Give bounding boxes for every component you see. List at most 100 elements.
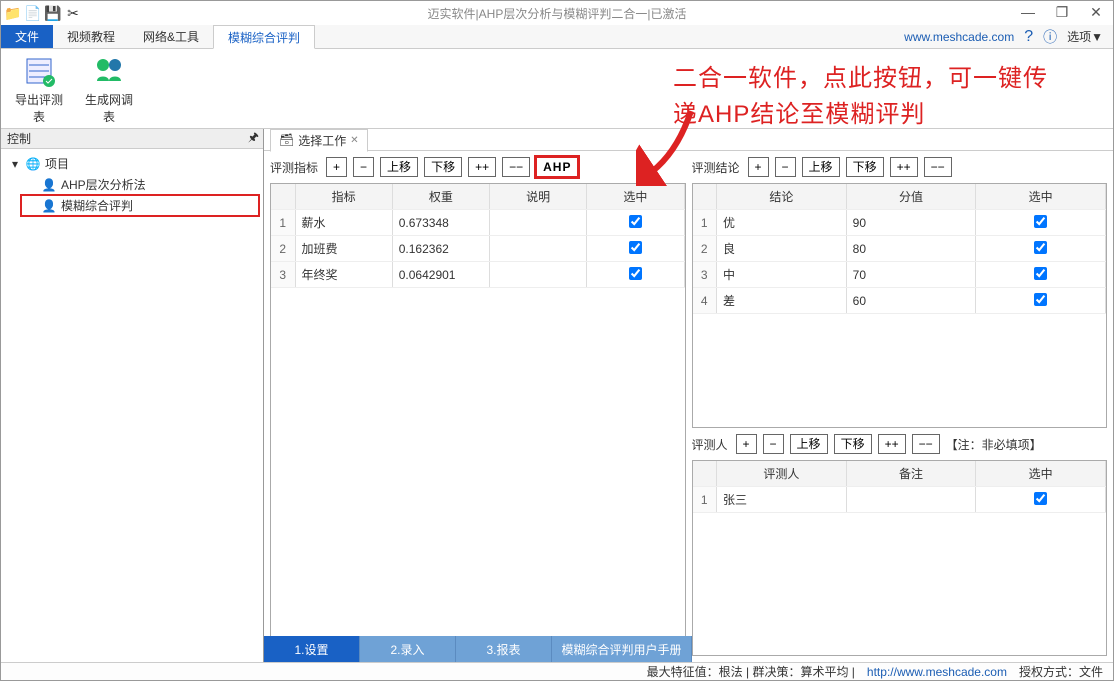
person-up-button[interactable]: 上移 <box>790 434 828 454</box>
options-button[interactable]: 选项▼ <box>1067 28 1103 45</box>
indicator-up-button[interactable]: 上移 <box>380 157 418 177</box>
conclusion-grid: 结论 分值 选中 1优902良803中704差60 <box>692 183 1108 428</box>
gen-list-label: 生成网调表 <box>83 91 135 125</box>
cell[interactable]: 60 <box>846 288 976 314</box>
quick-open-icon[interactable]: 📁 <box>5 5 21 21</box>
tree-root-label: 项目 <box>45 155 69 172</box>
indicator-remove-button[interactable]: − <box>353 157 374 177</box>
conclusion-removemulti-button[interactable]: −− <box>924 157 952 177</box>
col-selected[interactable]: 选中 <box>976 461 1106 487</box>
cell[interactable]: 70 <box>846 262 976 288</box>
tree-item-fuzzy[interactable]: 👤 模糊综合评判 <box>21 195 259 216</box>
indicator-add-button[interactable]: + <box>326 157 347 177</box>
tree-toggle-icon[interactable]: ▾ <box>9 157 21 171</box>
cell[interactable] <box>846 487 976 513</box>
pin-icon[interactable]: 🖈 <box>248 128 259 149</box>
tree-fuzzy-label: 模糊综合评判 <box>61 197 133 214</box>
close-button[interactable]: ✕ <box>1079 1 1113 23</box>
indicator-toolbar: 评测指标 + − 上移 下移 ++ −− AHP <box>270 157 686 177</box>
cell[interactable]: 加班费 <box>295 236 392 262</box>
tree-item-ahp[interactable]: 👤 AHP层次分析法 <box>21 174 259 195</box>
conclusion-remove-button[interactable]: − <box>775 157 796 177</box>
quick-cut-icon[interactable]: ✂ <box>65 5 81 21</box>
conclusion-up-button[interactable]: 上移 <box>802 157 840 177</box>
col-score[interactable]: 分值 <box>846 184 976 210</box>
cell[interactable]: 0.0642901 <box>392 262 489 288</box>
cell[interactable]: 0.162362 <box>392 236 489 262</box>
person-removemulti-button[interactable]: −− <box>912 434 940 454</box>
col-indicator[interactable]: 指标 <box>295 184 392 210</box>
cell[interactable]: 差 <box>717 288 847 314</box>
maximize-button[interactable]: ❐ <box>1045 1 1079 23</box>
person-remove-button[interactable]: − <box>763 434 784 454</box>
indicator-removemulti-button[interactable]: −− <box>502 157 530 177</box>
status-url[interactable]: http://www.meshcade.com <box>867 665 1007 679</box>
person-icon: 👤 <box>41 177 57 193</box>
workspace-tab-close[interactable]: ✕ <box>350 135 358 146</box>
col-conc[interactable]: 结论 <box>717 184 847 210</box>
person-toolbar: 评测人 + − 上移 下移 ++ −− 【注：非必填项】 <box>692 434 1108 454</box>
person-add-button[interactable]: + <box>736 434 757 454</box>
link-meshcade[interactable]: www.meshcade.com <box>904 30 1014 44</box>
cell[interactable]: 80 <box>846 236 976 262</box>
bottom-tab-manual[interactable]: 模糊综合评判用户手册 <box>552 636 692 662</box>
tab-network[interactable]: 网络&工具 <box>129 25 213 48</box>
col-note[interactable]: 说明 <box>490 184 587 210</box>
quick-save-icon[interactable]: 💾 <box>45 5 61 21</box>
row-checkbox[interactable] <box>1034 267 1047 280</box>
minimize-button[interactable]: — <box>1011 1 1045 23</box>
row-checkbox[interactable] <box>629 215 642 228</box>
cell[interactable]: 年终奖 <box>295 262 392 288</box>
cell[interactable] <box>490 210 587 236</box>
cell[interactable]: 0.673348 <box>392 210 489 236</box>
cell[interactable]: 90 <box>846 210 976 236</box>
export-table-button[interactable]: 导出评测表 <box>9 51 69 129</box>
col-selected[interactable]: 选中 <box>587 184 684 210</box>
tab-file[interactable]: 文件 <box>1 25 53 48</box>
bottom-tab-report[interactable]: 3.报表 <box>456 636 552 662</box>
globe-icon: 🌐 <box>25 156 41 172</box>
row-checkbox[interactable] <box>629 267 642 280</box>
conclusion-add-button[interactable]: + <box>748 157 769 177</box>
ahp-button[interactable]: AHP <box>536 157 578 177</box>
col-pnote[interactable]: 备注 <box>846 461 976 487</box>
row-checkbox[interactable] <box>1034 241 1047 254</box>
help-icon[interactable]: ? <box>1024 28 1033 46</box>
bottom-tab-setup[interactable]: 1.设置 <box>264 636 360 662</box>
row-checkbox[interactable] <box>1034 215 1047 228</box>
cell[interactable]: 优 <box>717 210 847 236</box>
bottom-tab-input[interactable]: 2.录入 <box>360 636 456 662</box>
tree-root[interactable]: ▾ 🌐 项目 <box>5 153 259 174</box>
tree-ahp-label: AHP层次分析法 <box>61 176 146 193</box>
indicator-addmulti-button[interactable]: ++ <box>468 157 496 177</box>
workspace-tab[interactable]: 🗃 选择工作 ✕ <box>270 129 368 152</box>
cell[interactable]: 良 <box>717 236 847 262</box>
info-icon[interactable]: ⓘ <box>1043 27 1057 47</box>
person-addmulti-button[interactable]: ++ <box>878 434 906 454</box>
export-table-icon <box>23 55 55 87</box>
conclusion-down-button[interactable]: 下移 <box>846 157 884 177</box>
col-selected[interactable]: 选中 <box>976 184 1106 210</box>
window-title: 迈实软件|AHP层次分析与模糊评判二合一|已激活 <box>1 5 1113 22</box>
gen-list-button[interactable]: 生成网调表 <box>79 51 139 129</box>
tab-video[interactable]: 视频教程 <box>53 25 129 48</box>
gen-list-icon <box>93 55 125 87</box>
row-checkbox[interactable] <box>1034 293 1047 306</box>
row-checkbox[interactable] <box>629 241 642 254</box>
status-eigen: 最大特征值：根法 | 群决策：算术平均 | <box>647 663 855 680</box>
cell[interactable]: 张三 <box>717 487 847 513</box>
tree: ▾ 🌐 项目 👤 AHP层次分析法 👤 模糊综合评判 <box>1 149 263 220</box>
col-weight[interactable]: 权重 <box>392 184 489 210</box>
workspace-tab-icon: 🗃 <box>279 133 294 147</box>
cell[interactable] <box>490 236 587 262</box>
tab-fuzzy[interactable]: 模糊综合评判 <box>213 25 315 49</box>
cell[interactable] <box>490 262 587 288</box>
quick-new-icon[interactable]: 📄 <box>25 5 41 21</box>
person-down-button[interactable]: 下移 <box>834 434 872 454</box>
cell[interactable]: 薪水 <box>295 210 392 236</box>
row-checkbox[interactable] <box>1034 492 1047 505</box>
indicator-down-button[interactable]: 下移 <box>424 157 462 177</box>
col-person[interactable]: 评测人 <box>717 461 847 487</box>
conclusion-addmulti-button[interactable]: ++ <box>890 157 918 177</box>
cell[interactable]: 中 <box>717 262 847 288</box>
